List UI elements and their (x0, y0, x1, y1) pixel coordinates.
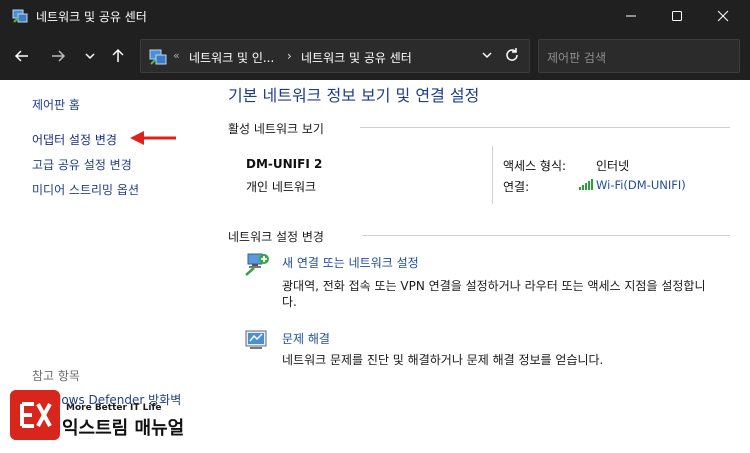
minimize-button[interactable] (608, 0, 654, 32)
title-bar: 네트워크 및 공유 센터 (0, 0, 750, 32)
close-icon (717, 10, 729, 22)
arrow-right-icon (52, 50, 66, 62)
back-button[interactable] (8, 40, 36, 72)
maximize-icon (672, 11, 682, 21)
access-type-value: 인터넷 (596, 159, 630, 173)
troubleshoot-icon (245, 330, 267, 349)
navigation-bar: « 네트워크 및 인... › 네트워크 및 공유 센터 제어판 검색 (0, 32, 750, 80)
recent-locations-button[interactable] (76, 40, 104, 72)
sidebar-link-advanced-sharing[interactable]: 고급 공유 설정 변경 (32, 156, 132, 173)
network-center-icon (12, 9, 28, 23)
arrow-up-icon (112, 48, 124, 62)
change-settings-heading: 네트워크 설정 변경 (228, 230, 324, 244)
network-center-icon (149, 49, 167, 65)
new-connection-description: 광대역, 전화 접속 또는 VPN 연결을 설정하거나 라우터 또는 액세스 지… (282, 279, 706, 293)
section-divider (362, 235, 730, 236)
access-type-label: 액세스 형식: (503, 159, 567, 173)
refresh-icon (506, 48, 518, 61)
see-also-heading: 참고 항목 (32, 369, 80, 383)
vertical-divider (492, 146, 493, 204)
breadcrumb-network-internet[interactable]: 네트워크 및 인... (189, 49, 274, 66)
breadcrumb-overflow[interactable]: « (173, 49, 180, 62)
wifi-signal-icon (579, 179, 593, 190)
sidebar-link-media-streaming[interactable]: 미디어 스트리밍 옵션 (32, 181, 139, 198)
sidebar-link-control-panel-home[interactable]: 제어판 홈 (32, 96, 80, 113)
network-type: 개인 네트워크 (246, 180, 317, 194)
new-connection-link[interactable]: 새 연결 또는 네트워크 설정 (282, 254, 419, 271)
search-input[interactable]: 제어판 검색 (538, 39, 740, 73)
troubleshoot-link[interactable]: 문제 해결 (282, 330, 330, 347)
watermark-name: 익스트림 매뉴얼 (62, 418, 185, 439)
red-arrow-annotation (130, 131, 176, 145)
refresh-button[interactable] (503, 46, 521, 68)
watermark-logo-icon (10, 390, 60, 440)
active-networks-heading: 활성 네트워크 보기 (228, 122, 324, 136)
close-button[interactable] (700, 0, 746, 32)
watermark-tagline: More Better IT Life (66, 403, 162, 413)
connection-link[interactable]: Wi-Fi(DM-UNIFI) (596, 178, 686, 192)
minimize-icon (626, 15, 636, 17)
breadcrumb-separator[interactable]: › (287, 49, 292, 63)
sidebar-link-change-adapter-settings[interactable]: 어댑터 설정 변경 (32, 131, 117, 148)
arrow-left-icon (14, 50, 28, 62)
network-name: DM-UNIFI 2 (246, 157, 323, 171)
page-title: 기본 네트워크 정보 보기 및 연결 설정 (228, 86, 480, 105)
section-divider (360, 127, 730, 128)
connections-label: 연결: (503, 180, 530, 194)
breadcrumb-network-sharing-center[interactable]: 네트워크 및 공유 센터 (301, 49, 412, 66)
address-dropdown-button[interactable] (481, 49, 493, 64)
new-connection-description-cont: 다. (282, 295, 297, 309)
address-bar[interactable]: « 네트워크 및 인... › 네트워크 및 공유 센터 (140, 39, 530, 73)
up-button[interactable] (104, 40, 132, 72)
new-connection-icon (245, 253, 269, 276)
troubleshoot-description: 네트워크 문제를 진단 및 해결하거나 문제 해결 정보를 얻습니다. (282, 353, 604, 367)
window-title: 네트워크 및 공유 센터 (36, 10, 147, 24)
maximize-button[interactable] (654, 0, 700, 32)
chevron-down-icon (482, 52, 492, 59)
forward-button[interactable] (44, 40, 72, 72)
chevron-down-icon (85, 53, 95, 60)
